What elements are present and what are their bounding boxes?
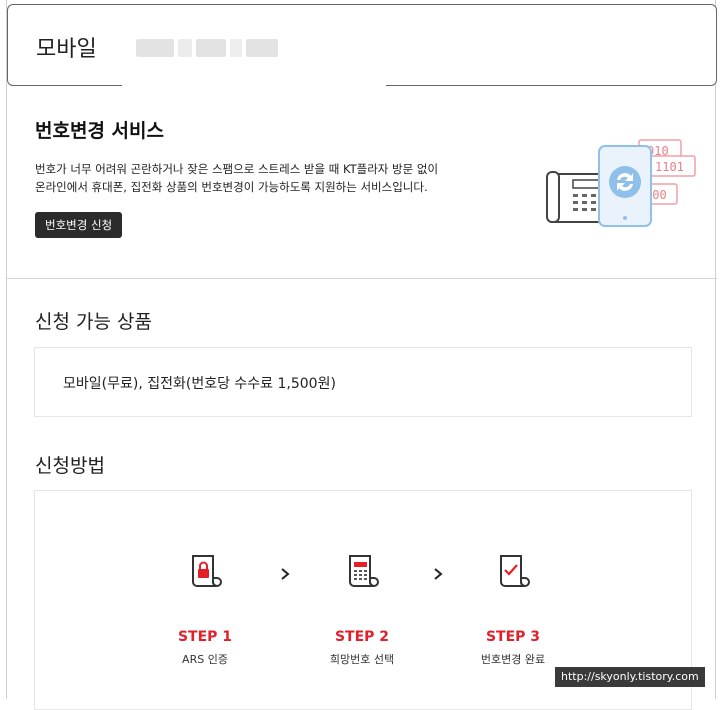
step-2: STEP 2 희망번호 선택	[302, 553, 422, 667]
method-section-title: 신청방법	[35, 455, 105, 477]
apply-number-change-button[interactable]: 번호변경 신청	[35, 212, 123, 238]
step-3-number: STEP 3	[485, 629, 541, 645]
products-text: 모바일(무료), 집전화(번호당 수수료 1,500원)	[63, 376, 336, 392]
step-2-number: STEP 2	[334, 629, 390, 645]
checked-document-icon	[500, 555, 530, 588]
page-title: 모바일	[36, 37, 97, 62]
header-box: 모바일	[7, 4, 717, 86]
chevron-right-icon	[281, 568, 290, 580]
phone-change-illustration: 010 1101 000	[546, 139, 696, 227]
step-3-label: 번호변경 완료	[480, 653, 546, 666]
service-description: 번호가 너무 어려워 곤란하거나 잦은 스팸으로 스트레스 받을 때 KT플라자…	[35, 160, 505, 196]
illustration-number-2: 1101	[655, 160, 684, 174]
chevron-right-icon	[434, 568, 443, 580]
service-section: 번호변경 서비스 번호가 너무 어려워 곤란하거나 잦은 스팸으로 스트레스 받…	[7, 86, 717, 279]
step-1-label: ARS 인증	[182, 653, 228, 666]
products-section-title: 신청 가능 상품	[35, 311, 152, 333]
locked-document-icon	[192, 555, 222, 588]
service-desc-line1: 번호가 너무 어려워 곤란하거나 잦은 스팸으로 스트레스 받을 때 KT플라자…	[35, 162, 439, 176]
number-list-document-icon	[349, 555, 379, 588]
step-1: STEP 1 ARS 인증	[145, 553, 265, 667]
products-box: 모바일(무료), 집전화(번호당 수수료 1,500원)	[34, 347, 692, 417]
blog-watermark: http://skyonly.tistory.com	[555, 667, 705, 687]
step-2-label: 희망번호 선택	[329, 653, 395, 666]
service-desc-line2: 온라인에서 휴대폰, 집전화 상품의 번호변경이 가능하도록 지원하는 서비스입…	[35, 180, 428, 194]
service-title: 번호변경 서비스	[35, 120, 164, 142]
step-3: STEP 3 번호변경 완료	[453, 553, 573, 667]
blurred-account-info	[136, 39, 296, 59]
step-1-number: STEP 1	[177, 629, 233, 645]
